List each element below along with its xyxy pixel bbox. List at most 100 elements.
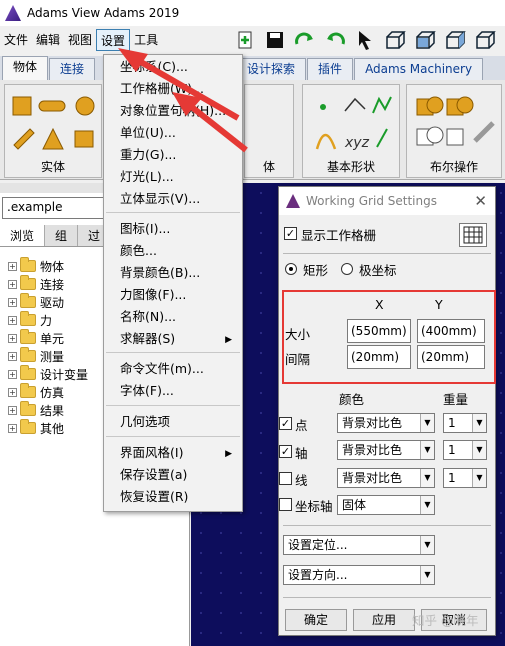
axes-label: 轴 — [295, 446, 308, 461]
section-divider — [283, 525, 491, 526]
triad-checkbox[interactable] — [279, 498, 292, 511]
tree-item-measures[interactable]: + 测量 — [8, 347, 88, 365]
tree-item-simulations[interactable]: + 仿真 — [8, 383, 88, 401]
menu-separator — [106, 436, 240, 437]
menu-item-names[interactable]: 名称(N)... — [120, 307, 176, 327]
folder-icon — [20, 365, 36, 380]
menu-item-background-color[interactable]: 背景颜色(B)... — [120, 263, 200, 283]
folder-icon — [20, 401, 36, 416]
menu-file[interactable]: 文件 — [0, 29, 32, 51]
folder-icon — [20, 275, 36, 290]
menu-item-units[interactable]: 单位(U)... — [120, 123, 176, 143]
chevron-down-icon: ▼ — [472, 469, 486, 487]
ok-button[interactable]: 确定 — [285, 609, 347, 631]
tree-item-design-variables[interactable]: + 设计变量 — [8, 365, 88, 383]
points-weight-select[interactable]: 1 ▼ — [443, 413, 487, 433]
triad-style-select[interactable]: 固体 ▼ — [337, 495, 435, 515]
axes-color-select[interactable]: 背景对比色 ▼ — [337, 440, 435, 460]
tab-bodies[interactable]: 物体 — [2, 56, 49, 80]
menu-item-colors[interactable]: 颜色... — [120, 241, 157, 261]
tree-item-other[interactable]: + 其他 — [8, 419, 88, 437]
close-icon[interactable]: ✕ — [474, 192, 487, 210]
expand-icon[interactable]: + — [8, 333, 17, 343]
tree-item-motions[interactable]: + 驱动 — [8, 293, 88, 311]
menu-edit[interactable]: 编辑 — [32, 29, 64, 51]
boolean-ops-icon[interactable] — [413, 91, 499, 155]
solid-shapes-icon[interactable] — [11, 93, 99, 155]
menu-item-interface-style[interactable]: 界面风格(I) — [120, 443, 183, 463]
tab-plugins[interactable]: 插件 — [307, 58, 354, 80]
polar-radio[interactable] — [341, 263, 353, 275]
view-cube-front-icon[interactable] — [412, 28, 438, 52]
expand-icon[interactable]: + — [8, 405, 17, 415]
rectangular-radio[interactable] — [285, 263, 297, 275]
expand-icon[interactable]: + — [8, 387, 17, 397]
menu-item-command-file[interactable]: 命令文件(m)... — [120, 359, 204, 379]
grid-toggle-button[interactable] — [459, 223, 487, 247]
menu-item-save-settings[interactable]: 保存设置(a) — [120, 465, 187, 485]
lines-checkbox[interactable] — [279, 472, 292, 485]
apply-button[interactable]: 应用 — [353, 609, 415, 631]
menu-item-lights[interactable]: 灯光(L)... — [120, 167, 174, 187]
menu-item-working-grid[interactable]: 工作格栅(W)... — [120, 79, 204, 99]
section-divider — [283, 597, 491, 598]
select-cursor-icon[interactable] — [352, 28, 378, 52]
view-cube-side-icon[interactable] — [442, 28, 468, 52]
expand-icon[interactable]: + — [8, 261, 17, 271]
tree-item-elements[interactable]: + 单元 — [8, 329, 88, 347]
menu-item-geometry-options[interactable]: 几何选项 — [120, 412, 170, 432]
points-checkbox[interactable]: ✓ — [279, 417, 292, 430]
highlight-box — [282, 290, 496, 384]
set-orientation-select[interactable]: 设置方向... ▼ — [283, 565, 435, 585]
menu-settings[interactable]: 设置 — [96, 29, 131, 51]
show-grid-checkbox[interactable]: ✓ — [284, 227, 297, 240]
expand-icon[interactable]: + — [8, 315, 17, 325]
menu-item-stereo[interactable]: 立体显示(V)... — [120, 189, 200, 209]
tree-item-results[interactable]: + 结果 — [8, 401, 88, 419]
menu-item-position-handle[interactable]: 对象位置句柄(H)... — [120, 101, 226, 121]
menu-view[interactable]: 视图 — [64, 29, 96, 51]
tree-item-bodies[interactable]: + 物体 — [8, 257, 88, 275]
menu-item-gravity[interactable]: 重力(G)... — [120, 145, 176, 165]
section-divider — [283, 253, 491, 254]
expand-icon[interactable]: + — [8, 423, 17, 433]
axes-weight-select[interactable]: 1 ▼ — [443, 440, 487, 460]
tab-groups[interactable]: 组 — [45, 225, 79, 246]
chevron-down-icon: ▼ — [420, 496, 434, 514]
tab-connectors[interactable]: 连接 — [49, 58, 96, 80]
expand-icon[interactable]: + — [8, 369, 17, 379]
tree-item-connectors[interactable]: + 连接 — [8, 275, 88, 293]
tree-item-forces[interactable]: + 力 — [8, 311, 88, 329]
basic-shapes-icon[interactable]: xyz — [311, 91, 395, 157]
main-toolbar — [232, 26, 498, 54]
tab-browse[interactable]: 浏览 — [0, 225, 46, 246]
redo-icon[interactable] — [292, 28, 318, 52]
expand-icon[interactable]: + — [8, 297, 17, 307]
view-cube-top-icon[interactable] — [472, 28, 498, 52]
undo-icon[interactable] — [322, 28, 348, 52]
points-color-select[interactable]: 背景对比色 ▼ — [337, 413, 435, 433]
tab-adams-machinery[interactable]: Adams Machinery — [354, 58, 484, 80]
axes-checkbox[interactable]: ✓ — [279, 445, 292, 458]
expand-icon[interactable]: + — [8, 351, 17, 361]
menu-item-fonts[interactable]: 字体(F)... — [120, 381, 174, 401]
new-file-icon[interactable] — [232, 28, 258, 52]
browser-tree: + 物体 + 连接 + 驱动 + 力 + 单元 + 测量 + 设计变量 + 仿真 + 结果 + 其他 — [8, 257, 88, 437]
menu-item-icons[interactable]: 图标(I)... — [120, 219, 170, 239]
menu-item-force-graphics[interactable]: 力图像(F)... — [120, 285, 186, 305]
tab-design-exploration[interactable]: 设计探索 — [236, 58, 307, 80]
show-grid-label: 显示工作格栅 — [301, 228, 377, 243]
chevron-down-icon: ▼ — [420, 566, 434, 584]
color-header: 颜色 — [339, 392, 365, 407]
menu-tools[interactable]: 工具 — [130, 29, 162, 51]
lines-color-select[interactable]: 背景对比色 ▼ — [337, 468, 435, 488]
ribbon-group-bodies-label: 实体 — [40, 160, 65, 174]
save-icon[interactable] — [262, 28, 288, 52]
menu-item-solver[interactable]: 求解器(S) — [120, 329, 175, 349]
menu-item-restore-settings[interactable]: 恢复设置(R) — [120, 487, 188, 507]
view-cube-icon[interactable] — [382, 28, 408, 52]
menu-item-coordinate-system[interactable]: 坐标系(C)... — [120, 57, 188, 77]
expand-icon[interactable]: + — [8, 279, 17, 289]
lines-weight-select[interactable]: 1 ▼ — [443, 468, 487, 488]
set-location-select[interactable]: 设置定位... ▼ — [283, 535, 435, 555]
